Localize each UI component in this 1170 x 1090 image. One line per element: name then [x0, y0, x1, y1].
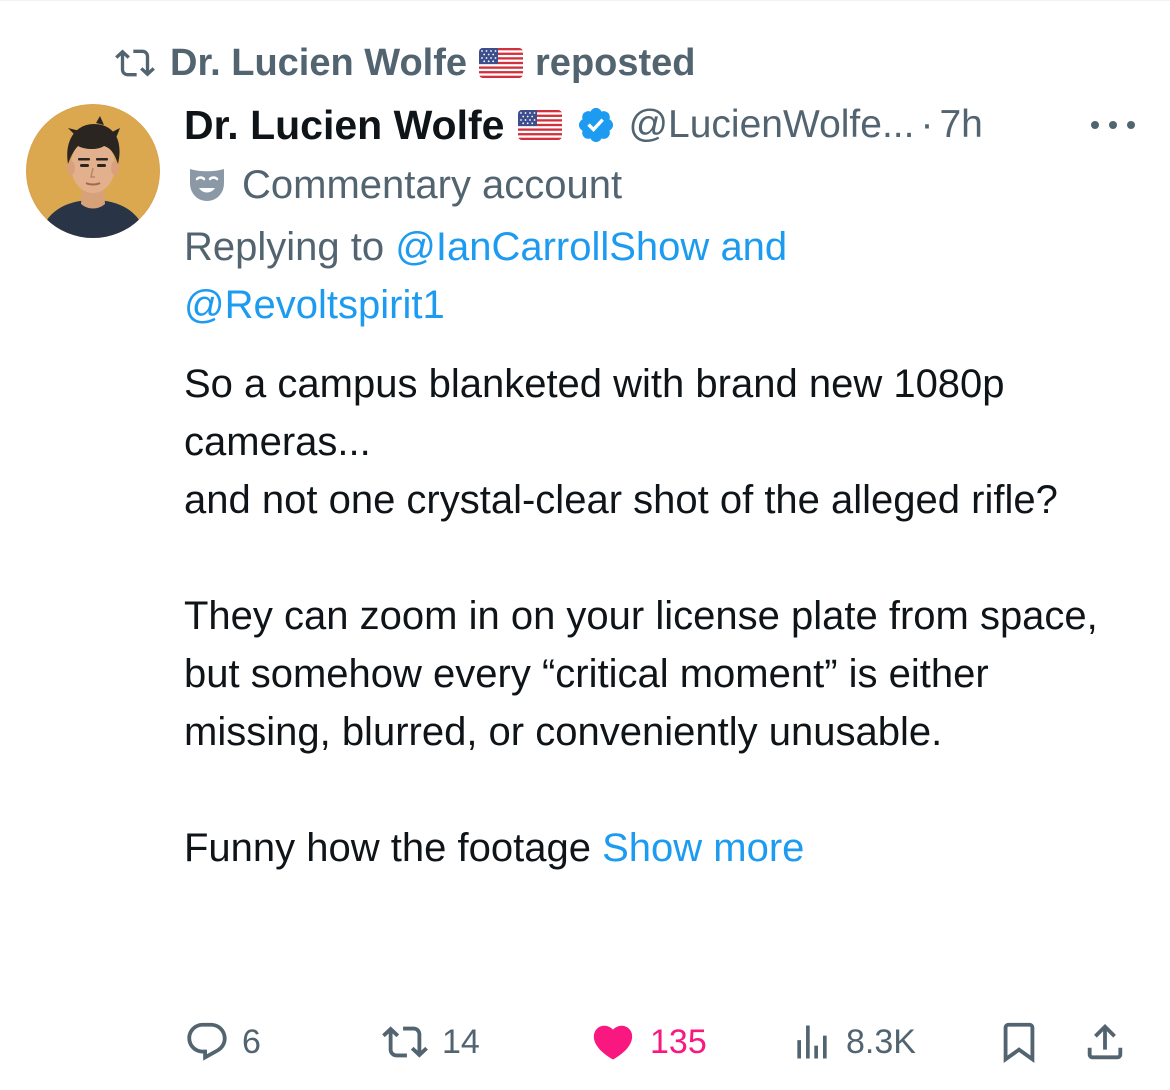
avatar[interactable]	[26, 104, 160, 238]
account-label-text: Commentary account	[242, 162, 623, 207]
share-button[interactable]	[1082, 1012, 1128, 1072]
mention-link[interactable]: @IanCarrollShow	[395, 225, 709, 269]
bookmark-button[interactable]	[996, 1012, 1042, 1072]
author-display-name[interactable]: Dr. Lucien Wolfe	[184, 102, 504, 149]
header-separator: ·	[920, 103, 934, 146]
replying-joiner: and	[720, 225, 788, 269]
action-bar: 6 14 135 8.3K	[184, 1012, 1140, 1072]
reply-icon	[187, 1022, 227, 1061]
tweet-line: but somehow every “critical moment” is e…	[184, 652, 989, 754]
more-dots-icon[interactable]	[1086, 108, 1140, 142]
us-flag-icon	[518, 110, 563, 140]
bookmark-icon	[1003, 1022, 1035, 1063]
tweet-line: So a campus blanketed with brand new 108…	[184, 362, 1005, 464]
mention-link[interactable]: @Revoltspirit1	[184, 283, 445, 327]
repost-button[interactable]: 14	[380, 1012, 480, 1072]
reply-button[interactable]: 6	[184, 1012, 261, 1072]
tweet-line-text: Funny how the footage	[184, 826, 591, 870]
top-divider	[0, 0, 1170, 1]
account-label[interactable]: Commentary account	[186, 160, 622, 210]
tweet-header: Dr. Lucien Wolfe @LucienWolfe... · 7h	[184, 100, 1140, 150]
tweet-line: and not one crystal-clear shot of the al…	[184, 478, 1058, 522]
tweet-text: So a campus blanketed with brand new 108…	[184, 355, 1144, 877]
reply-count: 6	[242, 1022, 261, 1061]
reposter-name[interactable]: Dr. Lucien Wolfe	[170, 42, 467, 85]
view-count: 8.3K	[846, 1022, 916, 1061]
share-icon	[1087, 1023, 1123, 1060]
replying-to-prefix: Replying to	[184, 225, 385, 269]
like-button[interactable]: 135	[588, 1012, 707, 1072]
tweet-line: They can zoom in on your license plate f…	[184, 594, 1098, 638]
repost-context[interactable]: Dr. Lucien Wolfe reposted	[112, 40, 696, 86]
theater-mask-icon	[190, 169, 224, 201]
tweet-line-last: Funny how the footage Show more	[184, 819, 1144, 877]
views-button[interactable]: 8.3K	[790, 1012, 916, 1072]
repost-icon	[382, 1026, 428, 1058]
views-icon	[797, 1025, 827, 1059]
heart-icon	[593, 1025, 633, 1060]
repost-icon	[115, 49, 155, 77]
replying-to: Replying to @IanCarrollShow and @Revolts…	[184, 218, 1084, 334]
us-flag-icon	[479, 48, 524, 78]
show-more-link[interactable]: Show more	[602, 826, 804, 870]
author-handle[interactable]: @LucienWolfe...	[628, 103, 914, 147]
repost-suffix: reposted	[535, 41, 696, 84]
repost-count: 14	[442, 1022, 480, 1061]
timestamp[interactable]: 7h	[939, 103, 982, 147]
like-count: 135	[650, 1022, 707, 1061]
verified-badge-icon	[579, 107, 614, 143]
